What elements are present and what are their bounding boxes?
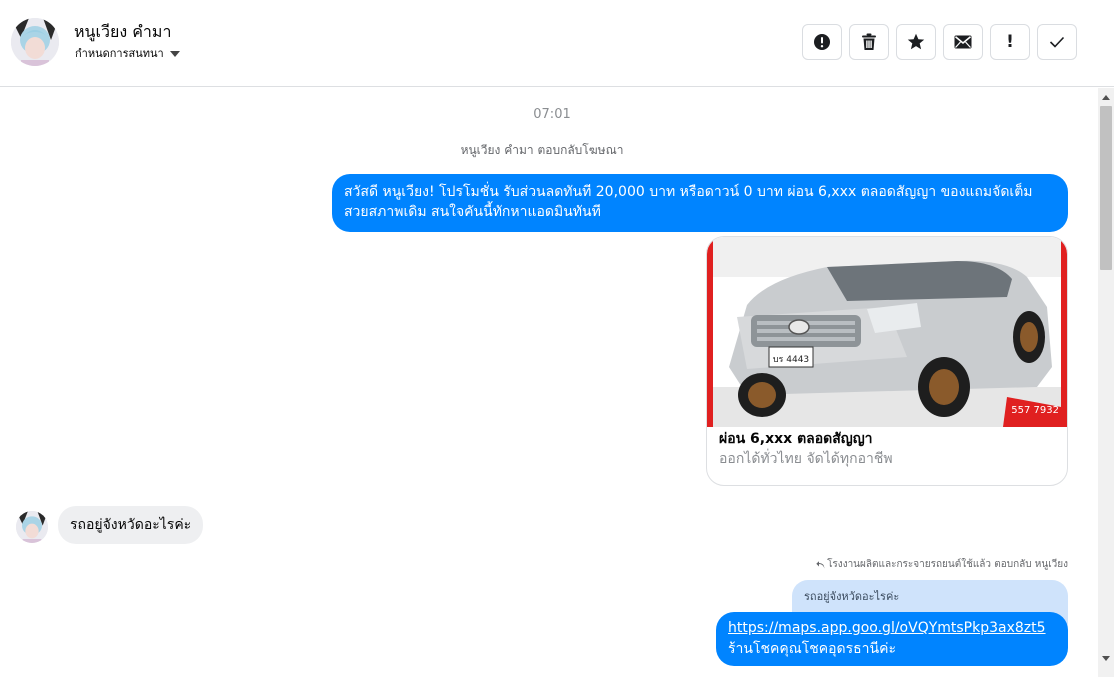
ad-message-text: สวัสดี หนูเวียง! โปรโมชั่น รับส่วนลดทันท… xyxy=(344,184,1033,220)
checkmark-icon xyxy=(1049,36,1065,48)
header-toolbar: ! xyxy=(802,24,1077,60)
card-subtitle: ออกได้ทั่วไทย จัดได้ทุกอาชีพ xyxy=(719,451,893,467)
mark-done-button[interactable] xyxy=(1037,24,1077,60)
contact-avatar[interactable] xyxy=(11,18,59,66)
exclamation-icon: ! xyxy=(1006,32,1014,52)
conversation-header: หนูเวียง คำมา กำหนดการสนทนา ! xyxy=(0,0,1114,87)
assign-conversation-dropdown[interactable]: กำหนดการสนทนา xyxy=(75,44,180,62)
star-icon xyxy=(907,33,925,50)
outgoing-message-bubble[interactable]: สวัสดี หนูเวียง! โปรโมชั่น รับส่วนลดทันท… xyxy=(332,174,1068,232)
message-timestamp: 07:01 xyxy=(533,107,571,122)
reply-arrow-icon xyxy=(816,560,825,568)
license-plate-text: บร 4443 xyxy=(773,355,809,365)
follow-up-button[interactable]: ! xyxy=(990,24,1030,60)
incoming-message-text: รถอยู่จังหวัดอะไรค่ะ xyxy=(70,517,192,533)
reply-context-text: โรงงานผลิตและกระจายรถยนต์ใช้แล้ว ตอบกลับ… xyxy=(827,559,1068,570)
car-photo: บร 4443 557 7932 xyxy=(707,237,1067,427)
star-button[interactable] xyxy=(896,24,936,60)
ad-card[interactable]: บร 4443 557 7932 ผ่อน 6,xxx ตลอดสัญญา ออ… xyxy=(706,236,1068,486)
mark-unread-button[interactable] xyxy=(943,24,983,60)
envelope-icon xyxy=(954,35,972,49)
avatar-image xyxy=(16,511,48,543)
caret-down-icon xyxy=(169,50,180,57)
avatar-image xyxy=(11,18,59,66)
scroll-down-arrow-icon[interactable] xyxy=(1098,651,1114,665)
outgoing-reply-bubble[interactable]: https://maps.app.goo.gl/oVQYmtsPkp3ax8zt… xyxy=(716,612,1068,666)
delete-button[interactable] xyxy=(849,24,889,60)
mark-spam-button[interactable] xyxy=(802,24,842,60)
incoming-message-bubble[interactable]: รถอยู่จังหวัดอะไรค่ะ xyxy=(58,506,204,544)
phone-fragment-text: 557 7932 xyxy=(1011,405,1059,416)
alert-circle-icon xyxy=(814,34,830,50)
contact-avatar-small[interactable] xyxy=(16,511,48,543)
maps-link[interactable]: https://maps.app.goo.gl/oVQYmtsPkp3ax8zt… xyxy=(728,618,1056,639)
chat-scrollbar[interactable] xyxy=(1098,88,1114,677)
message-thread[interactable]: 07:01 หนูเวียง คำมา ตอบกลับโฆษณา สวัสดี … xyxy=(0,88,1098,677)
scroll-up-arrow-icon[interactable] xyxy=(1098,90,1114,104)
reply-context-label: โรงงานผลิตและกระจายรถยนต์ใช้แล้ว ตอบกลับ… xyxy=(816,557,1068,572)
trash-icon xyxy=(862,33,876,50)
ad-reply-notice: หนูเวียง คำมา ตอบกลับโฆษณา xyxy=(460,143,624,157)
card-title: ผ่อน 6,xxx ตลอดสัญญา xyxy=(719,431,873,447)
assign-conversation-label: กำหนดการสนทนา xyxy=(75,47,164,60)
quoted-message-text: รถอยู่จังหวัดอะไรค่ะ xyxy=(804,590,900,603)
scrollbar-thumb[interactable] xyxy=(1100,106,1112,270)
reply-text: ร้านโชคคุณโชคอุดรธานีค่ะ xyxy=(728,641,896,657)
contact-name: หนูเวียง คำมา xyxy=(74,22,172,41)
